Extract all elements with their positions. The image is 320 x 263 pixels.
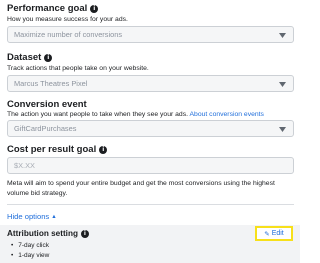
cost-goal-input[interactable]: $X.XX: [7, 157, 294, 174]
dataset-select[interactable]: Marcus Theatres Pixel: [7, 75, 294, 92]
info-icon[interactable]: i: [80, 229, 89, 238]
dataset-value: Marcus Theatres Pixel: [14, 79, 88, 88]
chevron-down-icon: [279, 127, 286, 132]
cost-goal-placeholder: $X.XX: [14, 161, 35, 170]
performance-goal-title: Performance goal i: [7, 3, 99, 14]
performance-goal-value: Maximize number of conversions: [14, 30, 123, 39]
conversion-event-select[interactable]: GiftCardPurchases: [7, 120, 294, 137]
dataset-title: Dataset i: [7, 52, 53, 63]
chevron-down-icon: [279, 33, 286, 38]
dataset-description: Track actions that people take on your w…: [7, 65, 149, 72]
cost-goal-title: Cost per result goal i: [7, 144, 108, 155]
performance-goal-select[interactable]: Maximize number of conversions: [7, 26, 294, 43]
performance-goal-description: How you measure success for your ads.: [7, 16, 128, 23]
conversion-event-title: Conversion event: [7, 99, 87, 110]
chevron-down-icon: [279, 82, 286, 87]
caret-up-icon: ▲: [51, 213, 57, 220]
pencil-icon: ✎: [264, 230, 270, 238]
hide-options-link[interactable]: Hide options ▲: [7, 212, 57, 221]
conversion-event-description: The action you want people to take when …: [7, 111, 264, 118]
about-conversion-events-link[interactable]: About conversion events: [190, 111, 264, 118]
edit-button[interactable]: ✎ Edit: [255, 226, 293, 241]
attribution-setting-title: Attribution setting i: [7, 229, 89, 238]
attribution-item: 1-day view: [11, 252, 49, 259]
info-icon[interactable]: i: [44, 53, 53, 62]
info-icon[interactable]: i: [90, 4, 99, 13]
cost-goal-helper-text: Meta will aim to spend your entire budge…: [7, 180, 275, 197]
info-icon[interactable]: i: [99, 145, 108, 154]
divider: [7, 204, 294, 205]
attribution-item: 7-day click: [11, 242, 49, 249]
conversion-event-value: GiftCardPurchases: [14, 124, 77, 133]
